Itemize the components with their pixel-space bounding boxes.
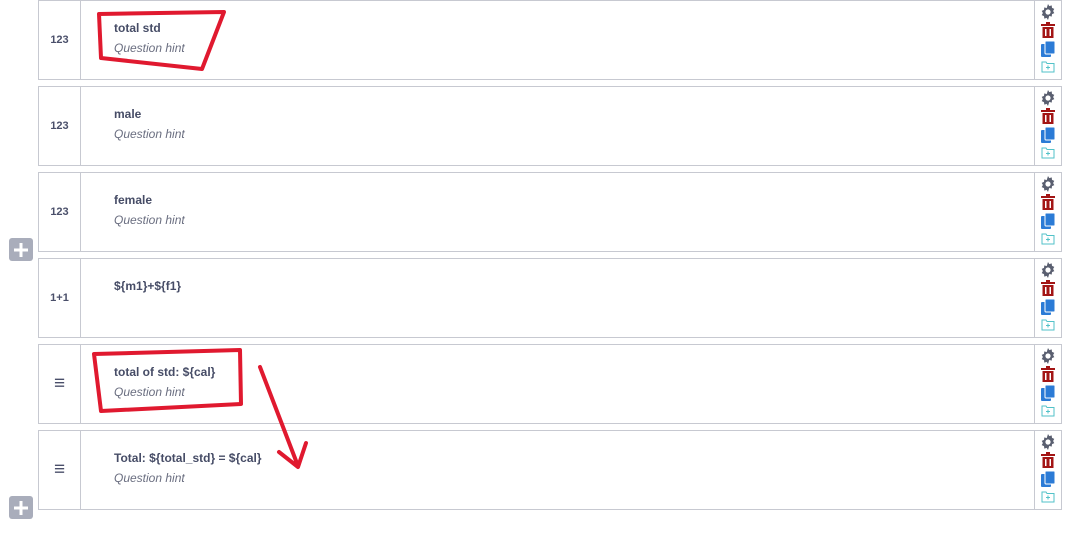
- settings-icon[interactable]: [1039, 347, 1057, 365]
- settings-icon[interactable]: [1039, 433, 1057, 451]
- question-label[interactable]: female: [114, 192, 185, 208]
- settings-icon[interactable]: [1039, 175, 1057, 193]
- question-label[interactable]: male: [114, 106, 185, 122]
- question-row[interactable]: 1+1 ${m1}+${f1}: [38, 258, 1062, 338]
- row-actions: [1034, 173, 1061, 251]
- row-actions: [1034, 345, 1061, 423]
- add-to-library-icon[interactable]: [1039, 230, 1057, 248]
- row-actions: [1034, 431, 1061, 509]
- question-content[interactable]: total std Question hint: [114, 20, 185, 56]
- question-type-badge: 1+1: [39, 259, 81, 337]
- plus-icon: [14, 500, 28, 515]
- add-question-button[interactable]: [9, 238, 33, 261]
- duplicate-icon[interactable]: [1039, 40, 1057, 58]
- question-type-badge: 123: [39, 1, 81, 79]
- question-label[interactable]: ${m1}+${f1}: [114, 278, 181, 294]
- question-row[interactable]: 123 total std Question hint: [38, 0, 1062, 80]
- settings-icon[interactable]: [1039, 261, 1057, 279]
- add-to-library-icon[interactable]: [1039, 402, 1057, 420]
- add-to-library-icon[interactable]: [1039, 144, 1057, 162]
- row-actions: [1034, 87, 1061, 165]
- question-row[interactable]: 123 female Question hint: [38, 172, 1062, 252]
- row-actions: [1034, 1, 1061, 79]
- question-hint[interactable]: Question hint: [114, 470, 262, 486]
- question-type-badge: 123: [39, 87, 81, 165]
- delete-icon[interactable]: [1039, 365, 1057, 383]
- question-label[interactable]: Total: ${total_std} = ${cal}: [114, 450, 262, 466]
- question-row[interactable]: ≡ Total: ${total_std} = ${cal} Question …: [38, 430, 1062, 510]
- question-type-badge: ≡: [39, 431, 81, 509]
- add-to-library-icon[interactable]: [1039, 488, 1057, 506]
- row-actions: [1034, 259, 1061, 337]
- question-row[interactable]: 123 male Question hint: [38, 86, 1062, 166]
- duplicate-icon[interactable]: [1039, 298, 1057, 316]
- question-hint[interactable]: Question hint: [114, 126, 185, 142]
- question-content[interactable]: Total: ${total_std} = ${cal} Question hi…: [114, 450, 262, 486]
- question-row[interactable]: ≡ total of std: ${cal} Question hint: [38, 344, 1062, 424]
- question-content[interactable]: male Question hint: [114, 106, 185, 142]
- question-type-badge: ≡: [39, 345, 81, 423]
- delete-icon[interactable]: [1039, 21, 1057, 39]
- delete-icon[interactable]: [1039, 451, 1057, 469]
- question-label[interactable]: total of std: ${cal}: [114, 364, 215, 380]
- duplicate-icon[interactable]: [1039, 212, 1057, 230]
- add-to-library-icon[interactable]: [1039, 316, 1057, 334]
- duplicate-icon[interactable]: [1039, 384, 1057, 402]
- duplicate-icon[interactable]: [1039, 126, 1057, 144]
- question-label[interactable]: total std: [114, 20, 185, 36]
- delete-icon[interactable]: [1039, 279, 1057, 297]
- question-hint[interactable]: Question hint: [114, 384, 215, 400]
- duplicate-icon[interactable]: [1039, 470, 1057, 488]
- settings-icon[interactable]: [1039, 3, 1057, 21]
- question-hint[interactable]: Question hint: [114, 212, 185, 228]
- question-content[interactable]: total of std: ${cal} Question hint: [114, 364, 215, 400]
- question-content[interactable]: female Question hint: [114, 192, 185, 228]
- delete-icon[interactable]: [1039, 107, 1057, 125]
- add-to-library-icon[interactable]: [1039, 58, 1057, 76]
- settings-icon[interactable]: [1039, 89, 1057, 107]
- delete-icon[interactable]: [1039, 193, 1057, 211]
- plus-icon: [14, 242, 28, 257]
- question-content[interactable]: ${m1}+${f1}: [114, 278, 181, 294]
- add-question-button[interactable]: [9, 496, 33, 519]
- question-hint[interactable]: Question hint: [114, 40, 185, 56]
- question-type-badge: 123: [39, 173, 81, 251]
